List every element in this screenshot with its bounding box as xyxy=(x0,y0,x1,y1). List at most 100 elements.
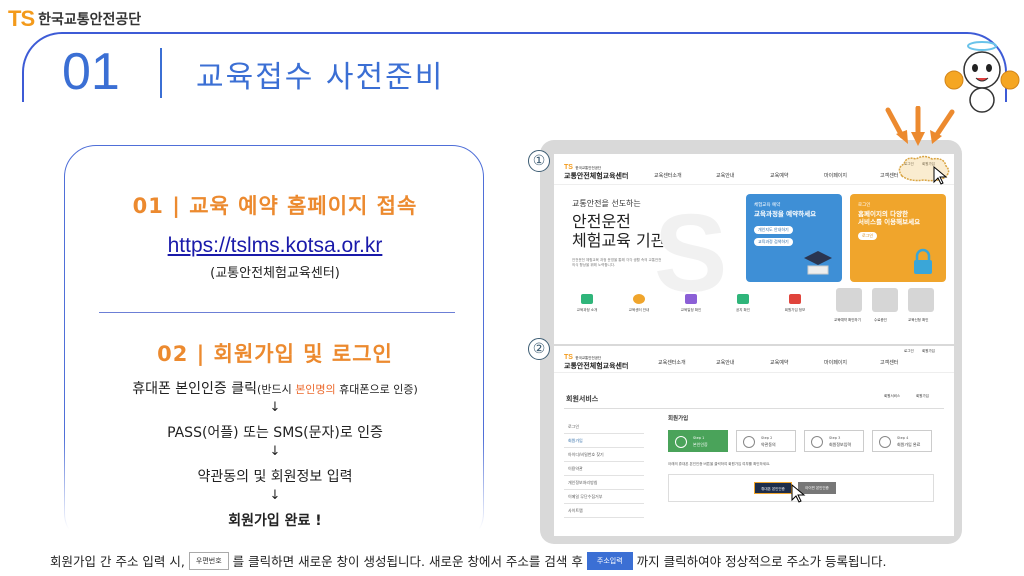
flow-phone-auth-note-b: 휴대폰으로 인증) xyxy=(335,383,418,396)
shot1-login-card[interactable]: 로그인 홈페이지의 다양한 서비스를 이용해보세요 로그인 xyxy=(850,194,946,282)
graduation-cap-icon xyxy=(804,251,832,275)
orange-arrows-icon xyxy=(885,106,955,146)
shot1-quick-notice[interactable]: 공지 확인 xyxy=(728,294,758,313)
shot1-hero-line1: 안전운전 xyxy=(572,212,631,231)
shot2-logo: TS 한국교통안전공단 교통안전체험교육센터 xyxy=(564,354,629,370)
shot1-nav-mypage[interactable]: 마이페이지 xyxy=(824,172,847,179)
shot1-tile3-label: 교육신청 확인 xyxy=(908,318,929,322)
shot1-hero-title: 안전운전 체험교육 기관 xyxy=(572,212,665,250)
shot1-grey-tile-3[interactable] xyxy=(908,288,934,312)
marker-1: ① xyxy=(528,150,550,172)
flow-step-pass-sms: PASS(어플) 또는 SMS(문자)로 인증 xyxy=(167,425,383,441)
flow-step-complete: 회원가입 완료 ! xyxy=(228,513,322,529)
shot1-nav-intro[interactable]: 교육센터소개 xyxy=(654,172,682,179)
shot2-section-title: 회원서비스 xyxy=(566,395,599,403)
homepage-link[interactable]: https://tslms.kotsa.or.kr xyxy=(65,234,485,258)
header-frame xyxy=(22,32,1007,102)
signup-screenshot: TS 한국교통안전공단 교통안전체험교육센터 교육센터소개 교육안내 교육예약 … xyxy=(554,346,954,536)
shot1-card2-title1: 홈페이지의 다양한 xyxy=(858,210,909,218)
homepage-caption: (교통안전체험교육센터) xyxy=(210,266,340,281)
flow-phone-auth-main: 휴대폰 본인인증 클릭 xyxy=(132,381,258,397)
note-part3: 까지 클릭하여야 정상적으로 주소가 등록됩니다. xyxy=(636,554,887,569)
shot2-breadcrumb-1[interactable]: 회원서비스 xyxy=(884,394,900,399)
step2-title: 02 | 회원가입 및 로그인 xyxy=(157,342,393,366)
shot1-hero-desc: 안전운전 체험교육 과정 운영을 통해 각각 생활 속의 교통안전의식 향상을 … xyxy=(572,258,662,267)
shot1-card1-btn2[interactable]: 교육과정 검색하기 xyxy=(754,238,793,246)
flow-step-terms: 약관동의 및 회원정보 입력 xyxy=(197,469,353,485)
screenshot-panel: TS 한국교통안전공단 교통안전체험교육센터 교육센터소개 교육안내 교육예약 … xyxy=(528,140,962,544)
shot1-tile2-label: 수료증인 xyxy=(874,318,887,322)
shot1-logo: TS 한국교통안전공단 교통안전체험교육센터 xyxy=(564,164,629,180)
shot1-quick-course[interactable]: 교육과정 소개 xyxy=(572,294,602,313)
shot1-quick-center[interactable]: 교육센터 안내 xyxy=(624,294,654,313)
address-input-note: 회원가입 간 주소 입력 시, 우편번호 를 클릭하면 새로운 창이 생성됩니다… xyxy=(50,551,887,570)
shot2-side-terms[interactable]: 이용약관 xyxy=(564,462,644,476)
shot1-nav-guide[interactable]: 교육안내 xyxy=(716,172,734,179)
shot1-quick-schedule[interactable]: 교육일정 확인 xyxy=(676,294,706,313)
brand-ts-mark: TS xyxy=(8,6,35,31)
shot2-logo-main: 교통안전체험교육센터 xyxy=(564,362,629,370)
flow-arrow-1: ↓ xyxy=(269,400,281,415)
shot1-card1-title: 교육과정을 예약하세요 xyxy=(754,210,817,218)
shot2-step-3: Step 3 회원정보입력 xyxy=(804,430,864,452)
mascot-icon xyxy=(944,41,1020,113)
marker-2: ② xyxy=(528,338,550,360)
mouse-cursor-icon xyxy=(933,166,948,185)
page-title: 교육접수 사전준비 xyxy=(196,60,445,95)
shot1-card2-small: 로그인 xyxy=(858,203,871,208)
shot2-side-sitemap[interactable]: 사이트맵 xyxy=(564,504,644,518)
shot1-logo-sub: 한국교통안전공단 xyxy=(575,166,602,170)
section-number: 01 xyxy=(62,43,120,101)
shot2-nav-intro[interactable]: 교육센터소개 xyxy=(658,359,686,366)
shot1-card1-btn1[interactable]: 개인지도 안내하기 xyxy=(754,226,793,234)
flow-phone-auth-highlight: 본인명의 xyxy=(295,383,336,396)
note-part2: 를 클릭하면 새로운 창이 생성됩니다. 새로운 창에서 주소를 검색 후 xyxy=(232,554,583,569)
shot1-card2-title: 홈페이지의 다양한 서비스를 이용해보세요 xyxy=(858,210,920,226)
shot2-side-find[interactable]: 아이디/비밀번호 찾기 xyxy=(564,448,644,462)
shot2-side-login[interactable]: 로그인 xyxy=(564,420,644,434)
shot1-reserve-card[interactable]: 체험교육 예약 교육과정을 예약하세요 개인지도 안내하기 교육과정 검색하기 xyxy=(746,194,842,282)
form-icon xyxy=(811,436,823,448)
brand-name: 한국교통안전공단 xyxy=(38,12,142,28)
shot2-nav-reserve[interactable]: 교육예약 xyxy=(770,359,788,366)
shot1-card2-btn[interactable]: 로그인 xyxy=(858,232,878,240)
homepage-screenshot: TS 한국교통안전공단 교통안전체험교육센터 교육센터소개 교육안내 교육예약 … xyxy=(554,154,954,344)
shot2-page-title: 회원가입 xyxy=(668,416,689,422)
shot1-grey-tile-1[interactable] xyxy=(836,288,862,312)
shot1-tile1-label: 교육예약 확인하기 xyxy=(834,318,861,322)
shot1-logo-main: 교통안전체험교육센터 xyxy=(564,172,629,180)
shot2-breadcrumb-2: 회원가입 xyxy=(916,394,929,398)
flow-phone-auth-note-a: (반드시 xyxy=(257,383,296,396)
shot2-step-2: Step 2 약관동의 xyxy=(736,430,796,452)
flow-arrow-3: ↓ xyxy=(269,488,281,503)
shot2-notice: 아래의 휴대폰 본인인증 버튼을 클릭하여 회원가입 여부를 확인하세요. xyxy=(668,462,771,466)
flow-arrow-2: ↓ xyxy=(269,444,281,459)
shot2-side-privacy[interactable]: 개인정보처리방침 xyxy=(564,476,644,490)
shot2-step-4: Step 4 회원가입 완료 xyxy=(872,430,932,452)
address-input-button-sample: 주소입력 xyxy=(586,551,633,570)
shot1-quick-member[interactable]: 회원가입 정보 xyxy=(780,294,810,313)
shot1-hero-small: 교통안전을 선도하는 xyxy=(572,199,641,208)
shot1-card2-title2: 서비스를 이용해보세요 xyxy=(858,218,921,226)
shot1-hero-line2: 체험교육 기관 xyxy=(572,231,666,250)
header-divider xyxy=(160,48,162,98)
shot1-nav-reserve[interactable]: 교육예약 xyxy=(770,172,788,179)
shot1-card1-small: 체험교육 예약 xyxy=(754,203,781,208)
brand-logo: TS 한국교통안전공단 xyxy=(8,6,141,32)
shot2-login-link[interactable]: 로그인 xyxy=(904,349,914,354)
step1-title: 01 | 교육 예약 홈페이지 접속 xyxy=(132,194,418,218)
document-icon xyxy=(743,436,755,448)
shot2-logo-sub: 한국교통안전공단 xyxy=(575,356,602,360)
mouse-cursor-icon xyxy=(791,484,806,503)
shot2-side-signup[interactable]: 회원가입 xyxy=(564,434,644,448)
shot1-grey-tile-2[interactable] xyxy=(872,288,898,312)
shot2-nav-support[interactable]: 고객센터 xyxy=(880,359,898,366)
section-separator xyxy=(99,312,455,313)
check-icon xyxy=(879,436,891,448)
shot2-signup-link[interactable]: 회원가입 xyxy=(922,349,935,354)
shot2-nav-guide[interactable]: 교육안내 xyxy=(716,359,734,366)
user-icon xyxy=(675,436,687,448)
shot2-phone-auth-button[interactable]: 휴대폰 본인인증 xyxy=(754,482,792,494)
shot2-side-email[interactable]: 이메일 무단수집거부 xyxy=(564,490,644,504)
shot2-nav-mypage[interactable]: 마이페이지 xyxy=(824,359,847,366)
